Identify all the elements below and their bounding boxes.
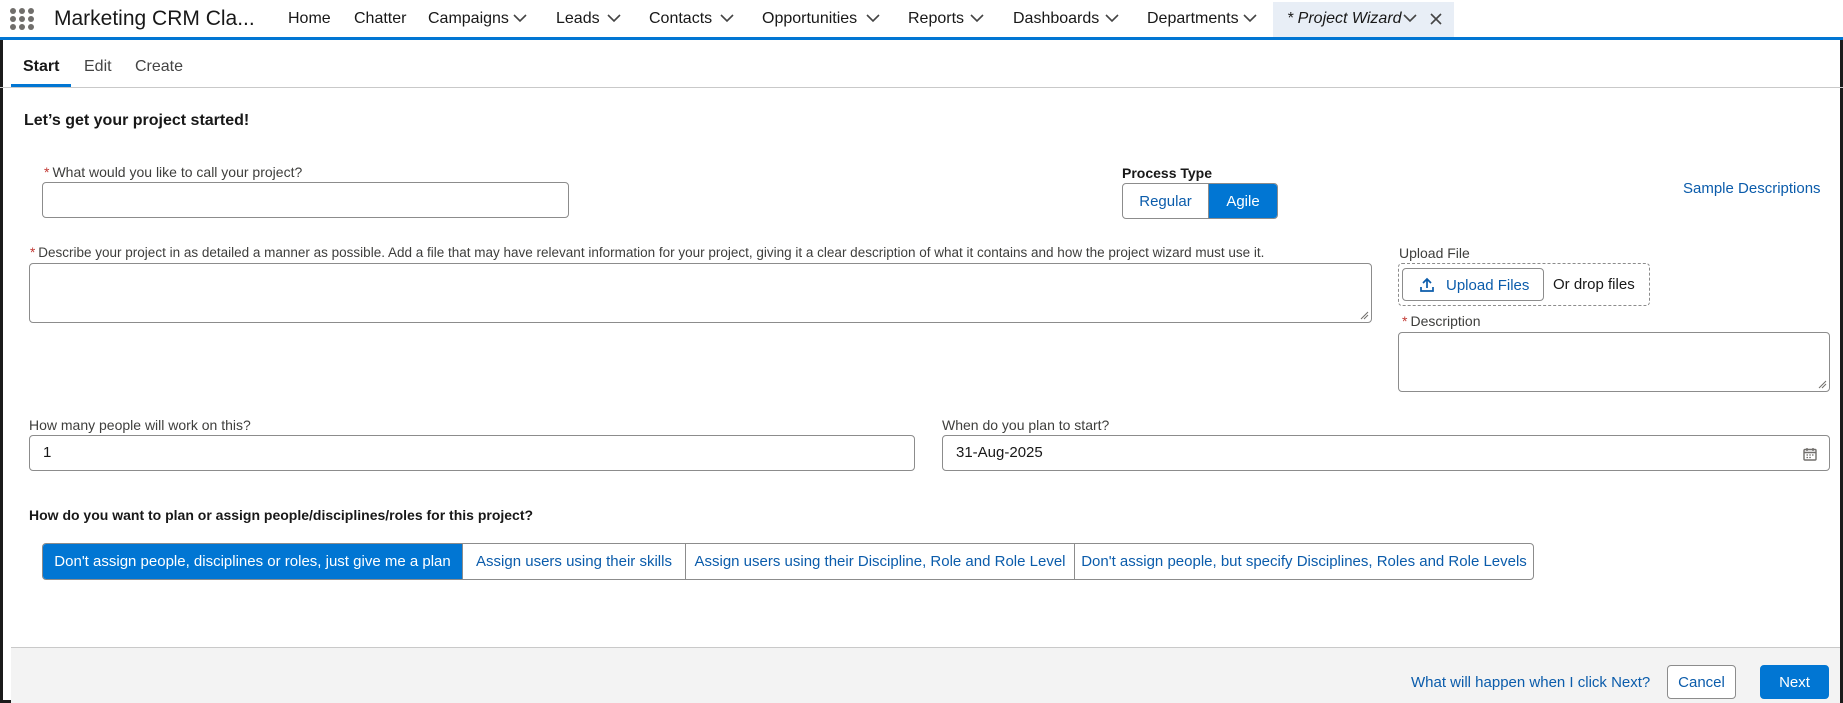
global-navigation-bar: Marketing CRM Cla... Home Chatter Campai…: [0, 0, 1843, 40]
sample-descriptions-link[interactable]: Sample Descriptions: [1683, 180, 1821, 197]
reports-chevron-down-icon[interactable]: [970, 13, 984, 23]
assign-option-specify-roles[interactable]: Don't assign people, but specify Discipl…: [1075, 544, 1533, 579]
next-help-link[interactable]: What will happen when I click Next?: [1411, 674, 1650, 691]
nav-item-home[interactable]: Home: [288, 10, 331, 28]
contacts-chevron-down-icon[interactable]: [720, 13, 734, 23]
departments-chevron-down-icon[interactable]: [1243, 13, 1257, 23]
process-type-agile-button[interactable]: Agile: [1209, 184, 1277, 218]
upload-icon: [1420, 277, 1434, 292]
active-tab-indicator: [11, 84, 71, 87]
leads-chevron-down-icon[interactable]: [607, 13, 621, 23]
nav-item-campaigns[interactable]: Campaigns: [428, 10, 509, 28]
project-wizard-chevron-down-icon[interactable]: [1403, 13, 1417, 23]
resize-handle-icon[interactable]: [1360, 311, 1369, 320]
assign-question: How do you want to plan or assign people…: [29, 507, 534, 523]
wizard-footer: What will happen when I click Next? Canc…: [11, 647, 1840, 703]
people-count-input[interactable]: 1: [29, 435, 915, 471]
assign-mode-toggle: Don't assign people, disciplines or role…: [42, 543, 1534, 580]
wizard-step-tabs: Start Edit Create: [0, 43, 1843, 88]
next-button[interactable]: Next: [1760, 665, 1829, 699]
close-tab-icon[interactable]: [1429, 12, 1443, 29]
nav-item-dashboards[interactable]: Dashboards: [1013, 10, 1099, 28]
file-description-label: * Description: [1402, 313, 1481, 329]
drop-files-text: Or drop files: [1553, 276, 1635, 293]
file-description-textarea[interactable]: [1398, 332, 1830, 392]
process-type-toggle: Regular Agile: [1122, 183, 1278, 219]
project-name-label: * What would you like to call your projec…: [44, 164, 303, 180]
file-dropzone[interactable]: Upload Files Or drop files: [1398, 263, 1650, 306]
page-heading: Let’s get your project started!: [24, 112, 250, 129]
campaigns-chevron-down-icon[interactable]: [513, 13, 527, 23]
project-description-textarea[interactable]: [29, 263, 1372, 323]
tab-create[interactable]: Create: [135, 58, 183, 76]
nav-item-reports[interactable]: Reports: [908, 10, 964, 28]
app-launcher-icon[interactable]: [10, 8, 36, 32]
start-date-input[interactable]: 31-Aug-2025: [942, 435, 1830, 471]
assign-option-discipline-role[interactable]: Assign users using their Discipline, Rol…: [686, 544, 1075, 579]
nav-item-leads[interactable]: Leads: [556, 10, 600, 28]
dashboards-chevron-down-icon[interactable]: [1105, 13, 1119, 23]
description-label: * Describe your project in as detailed a …: [30, 245, 1265, 260]
nav-item-contacts[interactable]: Contacts: [649, 10, 712, 28]
assign-option-skills[interactable]: Assign users using their skills: [463, 544, 686, 579]
cancel-button[interactable]: Cancel: [1667, 665, 1736, 699]
assign-option-plan-only[interactable]: Don't assign people, disciplines or role…: [43, 544, 463, 579]
nav-item-opportunities[interactable]: Opportunities: [762, 10, 857, 28]
tab-project-wizard[interactable]: * Project Wizard: [1273, 2, 1454, 37]
start-date-label: When do you plan to start?: [942, 417, 1110, 433]
opportunities-chevron-down-icon[interactable]: [866, 13, 880, 23]
nav-item-departments[interactable]: Departments: [1147, 10, 1239, 28]
tab-project-wizard-label: * Project Wizard: [1287, 10, 1402, 27]
people-count-label: How many people will work on this?: [29, 417, 251, 433]
upload-file-label: Upload File: [1399, 245, 1470, 261]
project-name-input[interactable]: [42, 182, 569, 218]
calendar-icon[interactable]: [1803, 447, 1817, 461]
upload-files-button[interactable]: Upload Files: [1402, 268, 1544, 301]
required-marker: *: [44, 164, 50, 180]
resize-handle-icon[interactable]: [1818, 380, 1827, 389]
process-type-label: Process Type: [1122, 165, 1213, 181]
nav-item-chatter[interactable]: Chatter: [354, 10, 406, 28]
process-type-regular-button[interactable]: Regular: [1123, 184, 1209, 218]
tab-edit[interactable]: Edit: [84, 58, 112, 76]
tab-start[interactable]: Start: [23, 58, 59, 76]
app-name: Marketing CRM Cla...: [54, 7, 255, 30]
